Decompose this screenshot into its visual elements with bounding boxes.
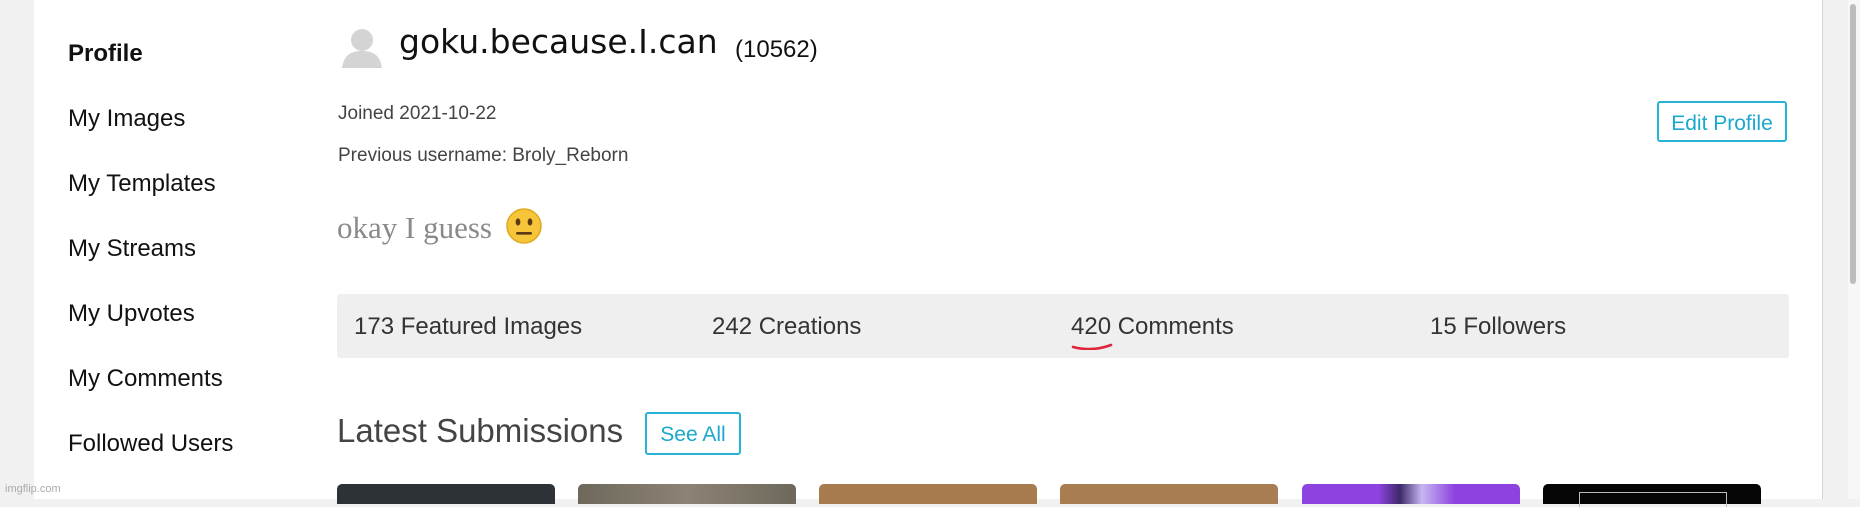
stat-label: Featured Images bbox=[400, 313, 583, 340]
stat-value: 242 bbox=[712, 313, 753, 340]
see-all-button[interactable]: See All bbox=[645, 412, 741, 455]
sidebar-item-my-templates[interactable]: My Templates bbox=[68, 170, 216, 198]
sidebar-item-my-images[interactable]: My Images bbox=[68, 105, 185, 133]
thumbnail-frame bbox=[1579, 492, 1727, 507]
scrollbar[interactable] bbox=[1848, 0, 1860, 499]
stat-label: Creations bbox=[758, 313, 862, 340]
previous-username: Previous username: Broly_Reborn bbox=[338, 145, 629, 166]
submission-thumbnail[interactable] bbox=[819, 484, 1037, 504]
user-silhouette-icon[interactable] bbox=[340, 26, 384, 68]
edit-profile-button[interactable]: Edit Profile bbox=[1657, 101, 1787, 142]
spellcheck-squiggle bbox=[1071, 343, 1113, 350]
username: goku.because.I.can bbox=[399, 22, 718, 61]
sidebar-nav: Profile My Images My Templates My Stream… bbox=[34, 0, 305, 499]
submission-thumbnail[interactable] bbox=[1060, 484, 1278, 504]
stat-value: 15 bbox=[1430, 313, 1457, 340]
bio-text: okay I guess bbox=[337, 210, 492, 245]
submission-thumbnail[interactable] bbox=[337, 484, 555, 504]
stat-value: 173 bbox=[354, 313, 395, 340]
watermark: imgflip.com bbox=[5, 483, 61, 495]
stat-followers[interactable]: 15 Followers bbox=[1430, 313, 1566, 341]
stat-comments[interactable]: 420 Comments bbox=[1071, 313, 1234, 350]
submission-thumbnail[interactable] bbox=[578, 484, 796, 504]
sidebar-item-my-comments[interactable]: My Comments bbox=[68, 365, 223, 393]
neutral-face-emoji bbox=[505, 208, 542, 252]
submission-thumbnail[interactable] bbox=[1302, 484, 1520, 504]
joined-date: Joined 2021-10-22 bbox=[338, 103, 497, 124]
stat-label: Followers bbox=[1463, 313, 1567, 340]
stat-value: 420 bbox=[1071, 313, 1118, 350]
comments-count: 420 bbox=[1071, 313, 1112, 340]
sidebar-item-followed-users[interactable]: Followed Users bbox=[68, 430, 233, 458]
stats-bar: 173 Featured Images 242 Creations 420 Co… bbox=[337, 294, 1789, 358]
submission-thumbnail[interactable] bbox=[1543, 484, 1761, 507]
user-bio: okay I guess bbox=[337, 208, 542, 252]
sidebar-item-my-upvotes[interactable]: My Upvotes bbox=[68, 300, 195, 328]
scrollbar-thumb[interactable] bbox=[1850, 4, 1856, 284]
stat-label: Comments bbox=[1117, 313, 1234, 340]
sidebar-item-my-streams[interactable]: My Streams bbox=[68, 235, 196, 263]
profile-main: goku.because.I.can (10562) Joined 2021-1… bbox=[304, 0, 1823, 507]
latest-submissions-heading: Latest Submissions bbox=[337, 412, 624, 449]
stat-creations[interactable]: 242 Creations bbox=[712, 313, 861, 341]
sidebar-item-profile[interactable]: Profile bbox=[68, 40, 143, 68]
stat-featured-images[interactable]: 173 Featured Images bbox=[354, 313, 582, 341]
user-points: (10562) bbox=[735, 36, 818, 63]
